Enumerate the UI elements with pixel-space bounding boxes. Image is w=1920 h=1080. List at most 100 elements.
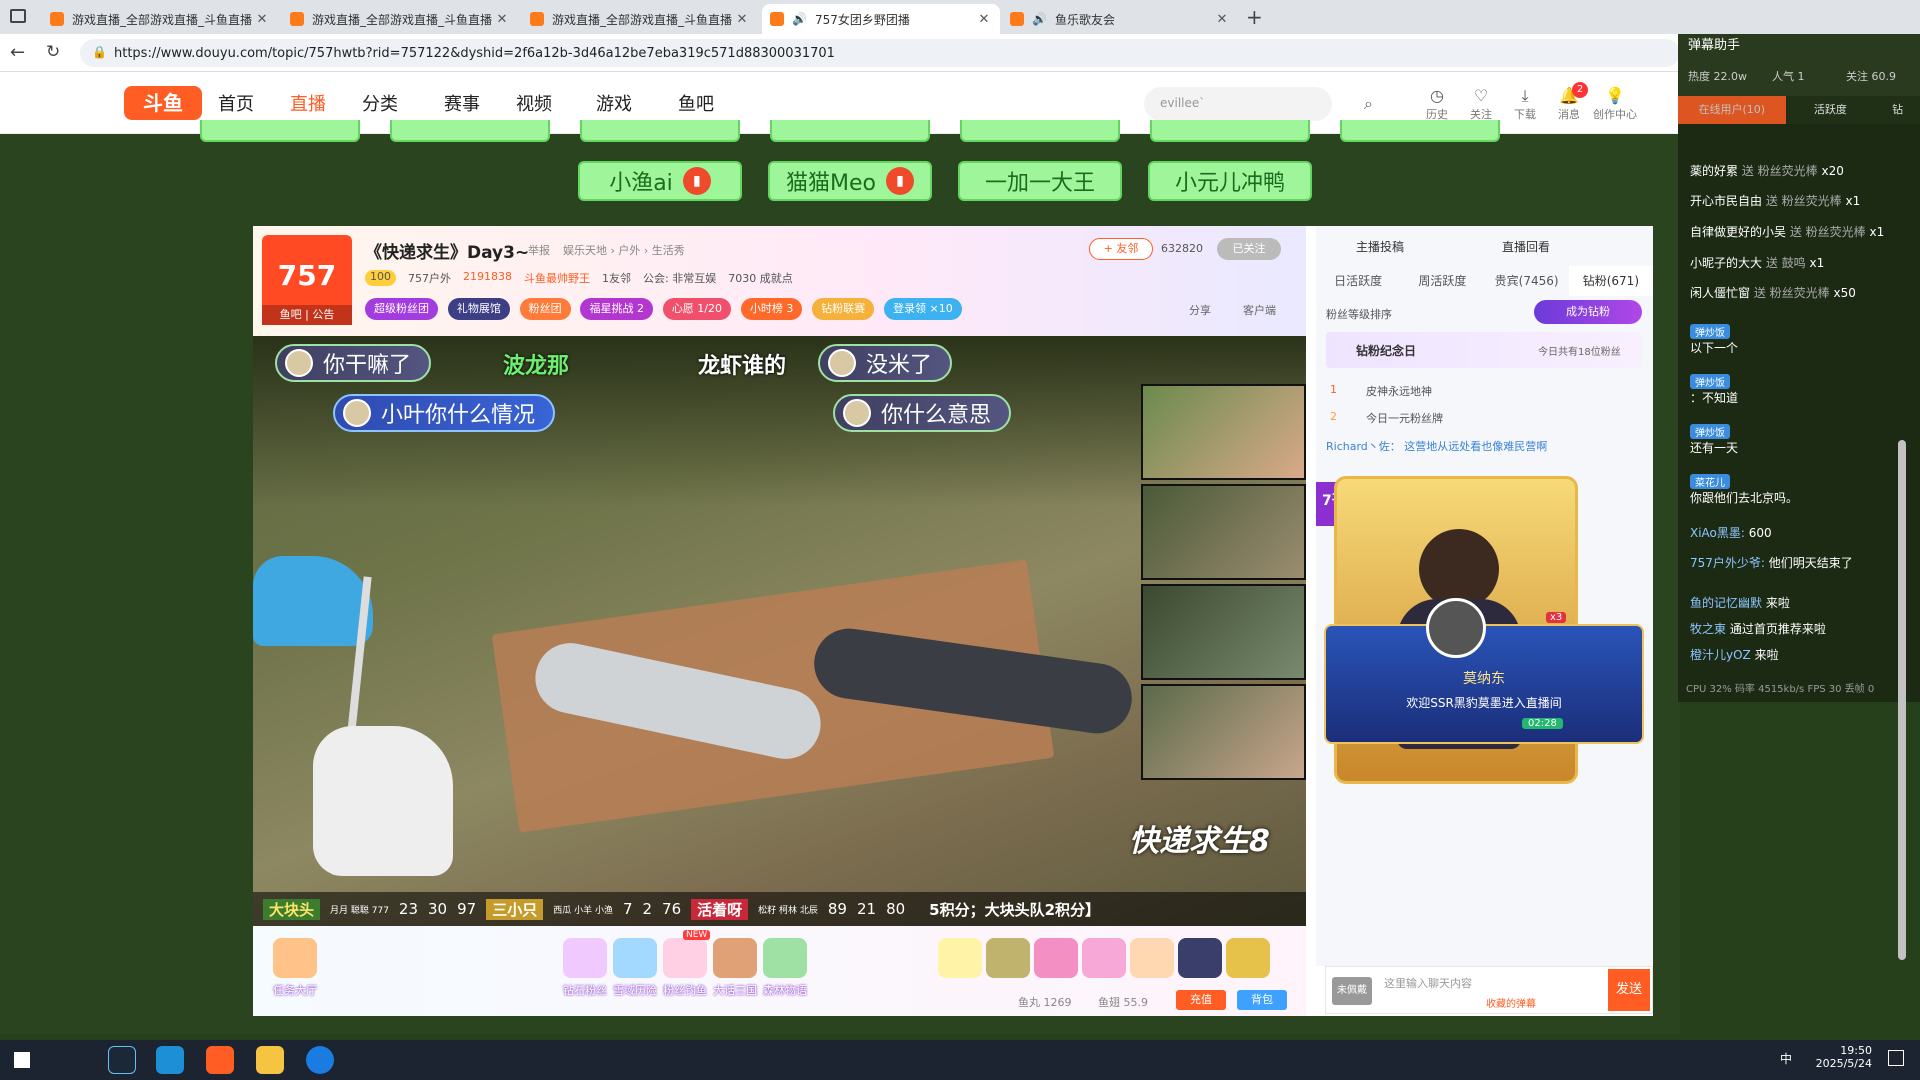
pip-thumbnail[interactable] — [1141, 684, 1306, 780]
lucky-challenge-tag[interactable]: 福星挑战 2 — [580, 298, 653, 320]
browser-tab[interactable]: 🔊 鱼乐歌友会 ✕ — [1002, 4, 1238, 34]
creator-center-button[interactable]: 💡 创作中心 — [1592, 86, 1638, 122]
nav-home[interactable]: 首页 — [218, 90, 254, 116]
browser-tab-active[interactable]: 🔊 757女团乡野团播 ✕ — [762, 4, 1000, 34]
clock[interactable]: 19:50 2025/5/24 — [1812, 1044, 1872, 1070]
notice-link[interactable]: 公告 — [312, 308, 334, 321]
task-hall-icon[interactable] — [273, 938, 317, 978]
tab-diamond-fans[interactable]: 钻粉(671) — [1568, 266, 1653, 296]
new-tab-icon[interactable]: + — [1246, 5, 1263, 29]
tab-online-users[interactable]: 在线用户(10) — [1678, 96, 1786, 124]
gift-item-icon[interactable] — [1130, 938, 1174, 978]
snow-adventure-icon[interactable] — [613, 938, 657, 978]
nav-video[interactable]: 视频 — [516, 90, 552, 116]
close-tab-icon[interactable]: ✕ — [976, 12, 992, 27]
tab-daily[interactable]: 日活跃度 — [1316, 266, 1400, 296]
guild-label[interactable]: 公会: 非常互娱 — [643, 270, 716, 286]
room-chip-partial[interactable] — [770, 120, 930, 142]
gift-item-icon[interactable] — [1082, 938, 1126, 978]
search-input[interactable]: evillee` — [1144, 87, 1332, 121]
become-diamond-button[interactable]: 成为钻粉 — [1534, 300, 1642, 324]
close-tab-icon[interactable]: ✕ — [1214, 12, 1230, 27]
download-button[interactable]: ⤓ 下载 — [1508, 86, 1542, 122]
gift-item-icon[interactable] — [1034, 938, 1078, 978]
streamer-submission-link[interactable]: 主播投稿 — [1356, 238, 1404, 255]
forest-story-icon[interactable] — [763, 938, 807, 978]
diamond-league-tag[interactable]: 钻粉联赛 — [812, 298, 875, 320]
close-tab-icon[interactable]: ✕ — [494, 12, 510, 27]
super-fan-tag[interactable]: 超级粉丝团 — [365, 298, 438, 320]
tab-actions-icon[interactable] — [10, 9, 26, 23]
edge-icon[interactable] — [156, 1046, 184, 1074]
room-chip-partial[interactable] — [1340, 120, 1500, 142]
report-link[interactable]: 举报 — [528, 242, 550, 258]
back-icon[interactable]: ← — [10, 42, 25, 63]
yuba-link[interactable]: 鱼吧 — [280, 308, 302, 321]
gift-item-icon[interactable] — [938, 938, 982, 978]
ime-indicator[interactable]: 中 — [1780, 1050, 1792, 1067]
close-tab-icon[interactable]: ✕ — [254, 12, 270, 27]
browser-tab[interactable]: 游戏直播_全部游戏直播_斗鱼直播 ✕ — [522, 4, 758, 34]
gift-item-icon[interactable] — [1226, 938, 1270, 978]
windows-start-icon[interactable] — [14, 1052, 30, 1068]
video-player[interactable]: 你干嘛了 小叶你什么情况 没米了 你什么意思 波龙那 龙虾谁的 快递求生8 大块… — [253, 336, 1306, 926]
gift-item-icon[interactable] — [1178, 938, 1222, 978]
app-icon[interactable] — [256, 1046, 284, 1074]
notification-icon[interactable] — [1888, 1050, 1904, 1066]
wish-tag[interactable]: 心愿 1/20 — [662, 298, 732, 320]
browser-tab[interactable]: 游戏直播_全部游戏直播_斗鱼直播 ✕ — [42, 4, 278, 34]
replay-link[interactable]: 直播回看 — [1502, 238, 1550, 255]
room-chip-partial[interactable] — [200, 120, 360, 142]
room-chip[interactable]: 一加一大王 — [958, 161, 1122, 201]
recharge-button[interactable]: 充值 — [1176, 990, 1226, 1010]
reload-icon[interactable]: ↻ — [46, 42, 60, 62]
fan-fishing-icon[interactable] — [663, 938, 707, 978]
rank-name[interactable]: 今日一元粉丝牌 — [1366, 410, 1443, 426]
hour-rank-tag[interactable]: 小时榜 3 — [740, 298, 803, 320]
tab-diamond[interactable]: 钻 — [1875, 96, 1920, 124]
rank-name[interactable]: 皮神永远地神 — [1366, 383, 1432, 399]
pip-thumbnail[interactable] — [1141, 584, 1306, 680]
add-friend-button[interactable]: + 友邻 — [1089, 238, 1153, 260]
follow-button[interactable]: ♡ 关注 — [1464, 86, 1498, 122]
pip-thumbnail[interactable] — [1141, 484, 1306, 580]
page-scrollbar[interactable] — [1898, 440, 1906, 960]
diamond-fan-icon[interactable] — [563, 938, 607, 978]
category-breadcrumb[interactable]: 娱乐天地 › 户外 › 生活秀 — [563, 242, 685, 258]
douyu-app-icon[interactable] — [206, 1046, 234, 1074]
gift-gallery-tag[interactable]: 礼物展馆 — [447, 298, 510, 320]
search-icon[interactable]: ⌕ — [1364, 94, 1373, 114]
close-tab-icon[interactable]: ✕ — [734, 12, 750, 27]
room-chip[interactable]: 猫猫Meo ▮ — [768, 161, 932, 201]
bag-button[interactable]: 背包 — [1237, 990, 1287, 1010]
pip-thumbnail[interactable] — [1141, 384, 1306, 480]
tab-weekly[interactable]: 周活跃度 — [1400, 266, 1484, 296]
tab-activity[interactable]: 活跃度 — [1786, 96, 1876, 124]
nav-games[interactable]: 游戏 — [596, 90, 632, 116]
room-chip-partial[interactable] — [580, 120, 740, 142]
nav-live[interactable]: 直播 — [290, 90, 326, 116]
three-kingdoms-icon[interactable] — [713, 938, 757, 978]
collected-danmu[interactable]: 收藏的弹幕 — [1486, 995, 1536, 1010]
room-chip-partial[interactable] — [1150, 120, 1310, 142]
url-field[interactable]: 🔒 https://www.douyu.com/topic/757hwtb?ri… — [80, 39, 1680, 67]
room-avatar[interactable]: 757 鱼吧 | 公告 — [262, 235, 352, 325]
followed-button[interactable]: 已关注 — [1217, 238, 1281, 260]
owner-name[interactable]: 757户外 — [408, 270, 451, 286]
fan-club-tag[interactable]: 粉丝团 — [519, 298, 571, 320]
k-app-icon[interactable] — [306, 1046, 334, 1074]
room-chip-partial[interactable] — [390, 120, 550, 142]
nav-category[interactable]: 分类 — [362, 90, 398, 116]
tab-vip[interactable]: 贵宾(7456) — [1485, 266, 1569, 296]
douyu-logo[interactable]: 斗鱼 — [124, 86, 202, 120]
send-button[interactable]: 发送 — [1608, 969, 1650, 1011]
share-link[interactable]: 分享 — [1189, 302, 1211, 318]
nav-yuba[interactable]: 鱼吧 — [678, 90, 714, 116]
room-chip-partial[interactable] — [960, 120, 1120, 142]
nav-events[interactable]: 赛事 — [444, 90, 480, 116]
chat-input[interactable]: 这里输入聊天内容 — [1384, 975, 1472, 991]
sort-label[interactable]: 粉丝等级排序 — [1326, 306, 1392, 322]
login-reward-tag[interactable]: 登录领 ×10 — [884, 298, 962, 320]
gift-item-icon[interactable] — [986, 938, 1030, 978]
room-chip[interactable]: 小渔ai ▮ — [578, 161, 742, 201]
